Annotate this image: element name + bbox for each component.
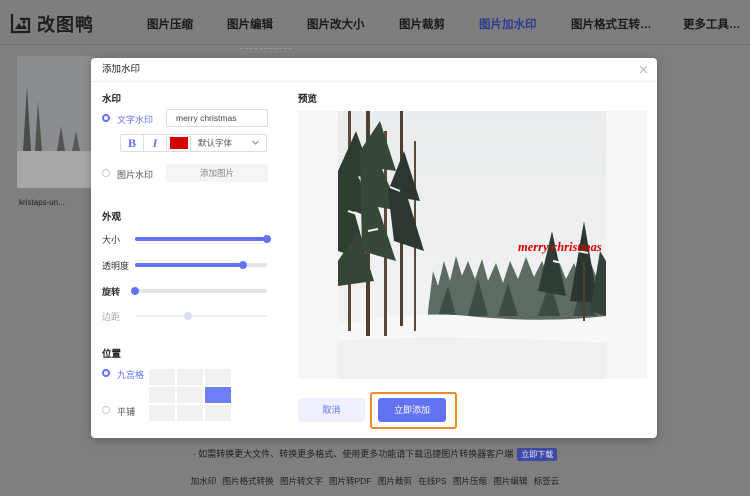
image-watermark-radio[interactable] bbox=[102, 169, 110, 177]
image-thumbnail[interactable] bbox=[17, 56, 93, 188]
add-now-button[interactable]: 立即添加 bbox=[378, 398, 446, 422]
grid-cell[interactable] bbox=[149, 387, 175, 403]
italic-button[interactable]: I bbox=[144, 135, 167, 151]
grid-cell[interactable] bbox=[205, 369, 231, 385]
grid-cell[interactable] bbox=[149, 369, 175, 385]
watermark-text-input[interactable]: merry christmas bbox=[166, 109, 268, 127]
grid-cell[interactable] bbox=[177, 369, 203, 385]
opacity-label: 透明度 bbox=[102, 261, 130, 271]
footer-link[interactable]: 图片压缩 bbox=[453, 476, 487, 486]
opacity-slider[interactable] bbox=[135, 261, 267, 269]
grid-cell[interactable] bbox=[177, 405, 203, 421]
logo[interactable]: 改图鸭 bbox=[9, 11, 94, 37]
footer-link[interactable]: 图片转文字 bbox=[280, 476, 323, 486]
margin-slider-knob bbox=[183, 312, 192, 320]
text-color-picker[interactable] bbox=[167, 135, 191, 151]
download-now-button[interactable]: 立即下载 bbox=[517, 448, 558, 461]
brand-name: 改图鸭 bbox=[37, 15, 94, 35]
appearance-section-title: 外观 bbox=[102, 212, 122, 223]
margin-slider bbox=[135, 312, 267, 320]
grid-position-radio[interactable] bbox=[102, 369, 110, 377]
rotate-slider[interactable] bbox=[131, 287, 267, 295]
margin-label: 边距 bbox=[102, 312, 121, 322]
cancel-button[interactable]: 取消 bbox=[298, 398, 365, 422]
size-slider-fill bbox=[135, 237, 267, 241]
footer-links: 加水印 图片格式转换 图片转文字 图片转PDF 图片裁剪 在线PS 图片压缩 图… bbox=[0, 475, 750, 487]
color-swatch bbox=[169, 137, 188, 149]
position-grid bbox=[149, 369, 233, 421]
preview-watermark-text: merry christmas bbox=[518, 240, 602, 254]
chevron-down-icon bbox=[252, 140, 259, 145]
thumbnail-forest-image bbox=[17, 56, 93, 188]
font-select-value: 默认字体 bbox=[198, 138, 233, 148]
bold-button[interactable]: B bbox=[121, 135, 144, 151]
watermark-section-title: 水印 bbox=[102, 94, 122, 105]
upload-area-border bbox=[240, 48, 292, 49]
grid-cell[interactable] bbox=[205, 387, 231, 403]
thumbnail-filename: kristaps-un... bbox=[19, 198, 65, 207]
grid-cell[interactable] bbox=[177, 387, 203, 403]
footer-link[interactable]: 加水印 bbox=[191, 476, 217, 486]
footer-link[interactable]: 图片编辑 bbox=[493, 476, 527, 486]
nav-item-more-tools[interactable]: 更多工具… bbox=[683, 16, 741, 32]
nav-item-format-convert[interactable]: 图片格式互转… bbox=[571, 16, 652, 32]
dialog-header: 添加水印 bbox=[91, 58, 657, 82]
download-notice-text: · 如需转换更大文件、转换更多格式、使用更多功能请下载迅捷图片转换器客户端 bbox=[192, 449, 514, 459]
nav-item-compress[interactable]: 图片压缩 bbox=[147, 16, 193, 32]
logo-icon bbox=[10, 14, 31, 34]
nav-item-edit[interactable]: 图片编辑 bbox=[227, 16, 273, 32]
text-watermark-label[interactable]: 文字水印 bbox=[117, 113, 153, 126]
download-notice: · 如需转换更大文件、转换更多格式、使用更多功能请下载迅捷图片转换器客户端 立即下… bbox=[0, 447, 750, 461]
grid-position-label[interactable]: 九宫格 bbox=[117, 368, 144, 381]
footer-link[interactable]: 图片格式转换 bbox=[223, 476, 274, 486]
size-label: 大小 bbox=[102, 235, 121, 245]
top-nav: 改图鸭 图片压缩 图片编辑 图片改大小 图片裁剪 图片加水印 图片格式互转… 更… bbox=[0, 0, 750, 45]
close-icon[interactable] bbox=[638, 64, 649, 75]
preview-section-title: 预览 bbox=[298, 94, 318, 105]
font-select[interactable]: 默认字体 bbox=[191, 135, 266, 151]
preview-area: merry christmas bbox=[298, 111, 647, 379]
position-section-title: 位置 bbox=[102, 349, 122, 360]
dialog-title: 添加水印 bbox=[102, 64, 141, 75]
text-watermark-radio[interactable] bbox=[102, 114, 110, 122]
opacity-slider-knob[interactable] bbox=[239, 261, 248, 269]
footer-link[interactable]: 图片转PDF bbox=[329, 476, 372, 486]
footer-link[interactable]: 在线PS bbox=[418, 476, 446, 486]
nav-item-resize[interactable]: 图片改大小 bbox=[307, 16, 365, 32]
text-format-toolbar: B I 默认字体 bbox=[120, 134, 267, 152]
tile-position-radio[interactable] bbox=[102, 406, 110, 414]
nav-item-watermark[interactable]: 图片加水印 bbox=[479, 16, 537, 32]
rotate-label: 旋转 bbox=[102, 287, 121, 297]
size-slider[interactable] bbox=[135, 235, 271, 243]
tile-position-label[interactable]: 平铺 bbox=[117, 405, 135, 418]
grid-cell[interactable] bbox=[149, 405, 175, 421]
footer-link[interactable]: 图片裁剪 bbox=[378, 476, 412, 486]
add-watermark-dialog: 添加水印 水印 文字水印 merry christmas B I 默认字体 图片… bbox=[91, 58, 657, 438]
footer-link[interactable]: 标签云 bbox=[534, 476, 560, 486]
opacity-slider-fill bbox=[135, 263, 244, 267]
grid-cell[interactable] bbox=[205, 405, 231, 421]
nav-item-crop[interactable]: 图片裁剪 bbox=[399, 16, 445, 32]
size-slider-knob[interactable] bbox=[263, 235, 271, 243]
image-watermark-label[interactable]: 图片水印 bbox=[117, 168, 153, 181]
add-image-button[interactable]: 添加图片 bbox=[166, 164, 268, 182]
rotate-slider-knob[interactable] bbox=[131, 287, 139, 295]
